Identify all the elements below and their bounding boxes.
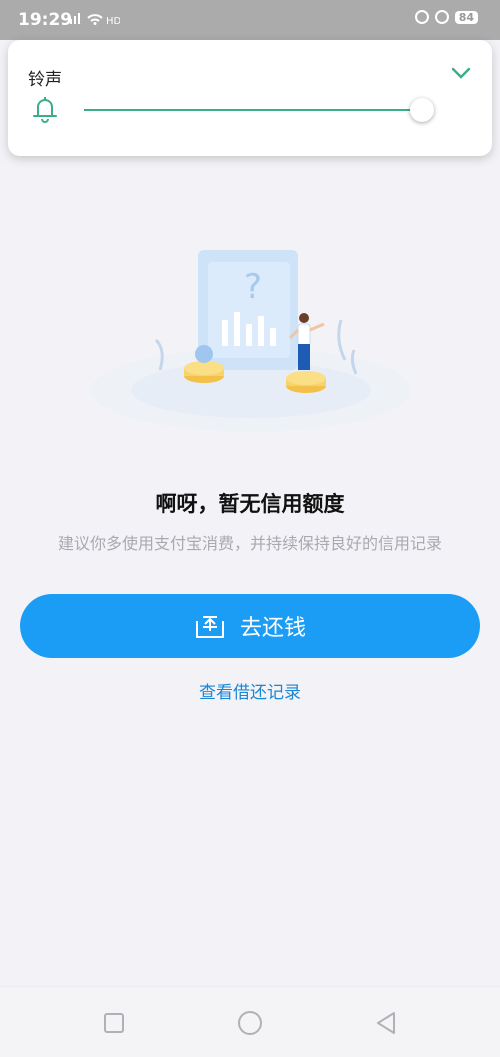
volume-slider-thumb[interactable] [410, 98, 434, 122]
lock-icon [434, 10, 449, 24]
repay-icon [195, 616, 224, 638]
ringtone-volume-panel: 铃声 [8, 40, 492, 156]
signal-wifi-icons: HD [68, 10, 122, 30]
back-icon[interactable] [372, 1009, 400, 1037]
status-bar: 19:29 HD 84 [0, 0, 500, 40]
empty-state-title: 啊呀，暂无信用额度 [155, 492, 345, 516]
chevron-down-icon[interactable] [450, 64, 472, 82]
volume-slider-track[interactable] [84, 109, 420, 111]
status-time: 19:29 [18, 10, 73, 30]
empty-state-subtitle: 建议你多使用支付宝消费，并持续保持良好的信用记录 [57, 534, 442, 553]
signal-icon: HD [70, 13, 122, 27]
system-nav-bar [0, 986, 500, 1057]
repay-button-label: 去还钱 [239, 616, 306, 641]
volume-title: 铃声 [28, 70, 62, 90]
battery-level: 84 [454, 10, 478, 24]
recent-apps-icon[interactable] [100, 1009, 128, 1037]
bell-icon[interactable] [32, 94, 58, 124]
svg-text:HD: HD [106, 16, 120, 26]
payment-icon [414, 10, 429, 24]
empty-credit-illustration: ? [91, 250, 411, 432]
borrow-repay-history-link[interactable]: 查看借还记录 [0, 678, 500, 703]
question-mark-text: ? [244, 267, 262, 307]
home-icon[interactable] [236, 1009, 264, 1037]
repay-button[interactable]: 去还钱 [20, 594, 480, 658]
